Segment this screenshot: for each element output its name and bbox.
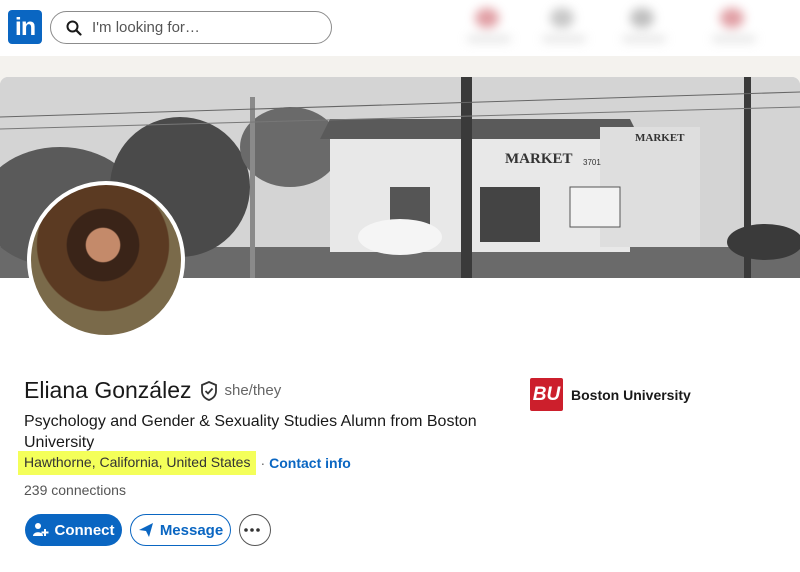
connect-button[interactable]: Connect [25, 514, 122, 546]
search-bar[interactable] [50, 11, 332, 44]
banner-sign: MARKET [635, 132, 685, 144]
profile-name: Eliana González [24, 377, 192, 403]
nav-item-blurred[interactable] [700, 0, 770, 50]
search-input[interactable] [90, 18, 314, 37]
linkedin-logo[interactable]: in [8, 10, 42, 44]
profile-headline: Psychology and Gender & Sexuality Studie… [24, 413, 477, 451]
school-logo: BU [530, 378, 563, 411]
search-icon [66, 20, 82, 36]
nav-item-blurred[interactable] [455, 0, 525, 50]
add-person-icon [32, 523, 48, 536]
banner-sign: 3701 [583, 158, 601, 167]
profile-card: MARKET MARKET 3701 Eliana González she/t… [0, 77, 800, 572]
send-icon [138, 523, 153, 537]
more-icon [244, 528, 260, 532]
nav-item-blurred[interactable] [530, 0, 600, 50]
more-button[interactable] [239, 514, 271, 546]
school-name: Boston University [571, 386, 691, 403]
connections-count[interactable]: 239 connections [24, 482, 126, 498]
nav-item-blurred[interactable] [610, 0, 680, 50]
message-button[interactable]: Message [130, 514, 231, 546]
pronouns: she/they [224, 382, 282, 399]
profile-location: Hawthorne, California, United States [18, 451, 257, 475]
profile-photo[interactable] [27, 181, 185, 339]
connect-label: Connect [54, 521, 115, 539]
banner-sign: MARKET [505, 151, 573, 167]
verified-shield-icon[interactable] [199, 380, 219, 402]
top-nav: in [0, 0, 800, 56]
separator-dot: · [260, 455, 266, 471]
contact-info-link[interactable]: Contact info [269, 455, 351, 471]
message-label: Message [159, 521, 224, 539]
education-link[interactable]: BU Boston University [530, 378, 691, 411]
